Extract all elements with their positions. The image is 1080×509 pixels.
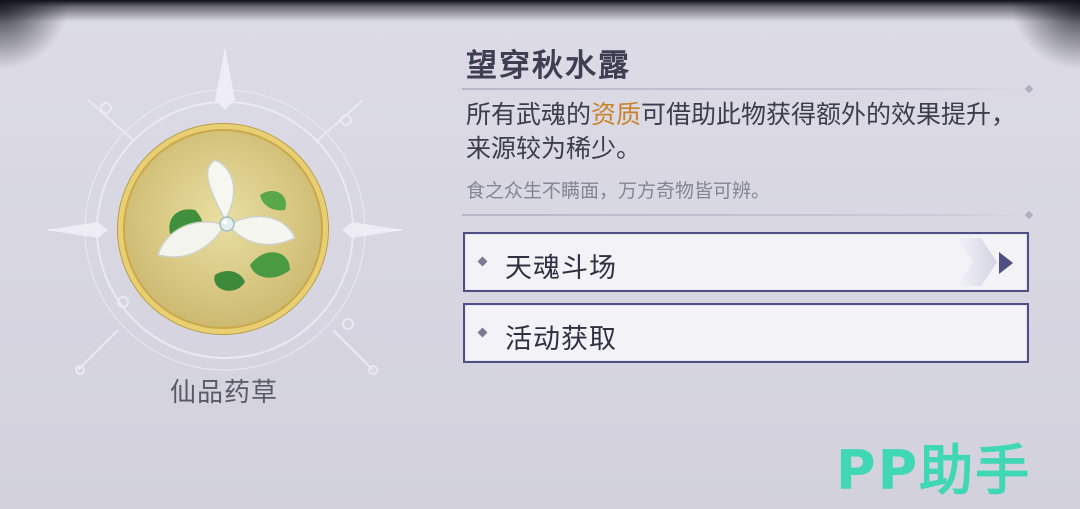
source-divider xyxy=(462,210,1034,220)
source-button-arena[interactable]: 天魂斗场 xyxy=(463,232,1029,292)
item-title: 望穿秋水露 xyxy=(466,48,631,84)
diamond-bullet-icon xyxy=(477,256,488,267)
diamond-bullet-icon xyxy=(477,327,488,338)
item-description: 所有武魂的资质可借助此物获得额外的效果提升，来源较为稀少。 xyxy=(466,98,1026,166)
watermark-logo: PP助手 xyxy=(836,439,1032,502)
top-edge-shadow xyxy=(0,0,1080,22)
source-label: 活动获取 xyxy=(505,324,617,355)
source-button-event[interactable]: 活动获取 xyxy=(463,303,1029,363)
title-divider xyxy=(462,84,1034,94)
source-label: 天魂斗场 xyxy=(505,253,617,284)
description-highlight: 资质 xyxy=(591,100,642,129)
white-flower-herb-icon xyxy=(157,159,296,291)
arrow-right-icon[interactable] xyxy=(999,252,1013,274)
flavor-text: 食之众生不瞒面，万方奇物皆可辨。 xyxy=(466,180,771,202)
description-text: 所有武魂的 xyxy=(466,100,592,129)
chevron-glow-icon xyxy=(957,238,997,286)
corner-shadow-right xyxy=(1010,0,1080,70)
item-name: 仙品药草 xyxy=(169,378,278,408)
